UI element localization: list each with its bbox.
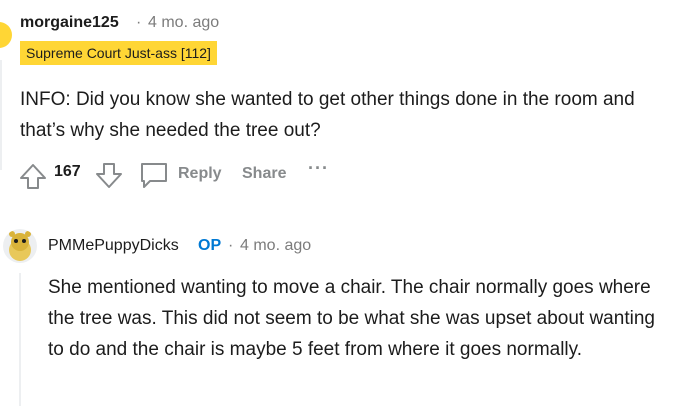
comment-timestamp[interactable]: 4 mo. ago <box>148 14 219 32</box>
upvote-arrow-icon[interactable] <box>18 161 48 191</box>
comment-username[interactable]: morgaine125 <box>20 14 119 32</box>
meta-separator: · <box>228 237 234 254</box>
comment-body: INFO: Did you know she wanted to get oth… <box>20 89 635 141</box>
meta-separator: · <box>136 14 142 31</box>
user-flair: Supreme Court Just-ass [112] <box>20 41 217 65</box>
vote-score: 167 <box>54 163 81 180</box>
reply-timestamp[interactable]: 4 mo. ago <box>240 237 311 255</box>
more-options-button[interactable]: ··· <box>308 158 329 179</box>
thread-line[interactable] <box>0 60 2 170</box>
reply-username[interactable]: PMMePuppyDicks <box>48 237 179 255</box>
reply-button[interactable]: Reply <box>178 165 222 183</box>
op-badge: OP <box>198 237 222 254</box>
avatar[interactable] <box>0 22 12 48</box>
downvote-arrow-icon[interactable] <box>94 161 124 191</box>
share-button[interactable]: Share <box>242 165 286 183</box>
snoo-avatar-icon[interactable] <box>3 229 37 263</box>
thread-line[interactable] <box>19 273 21 406</box>
speech-bubble-icon[interactable] <box>138 160 170 190</box>
reply-body: She mentioned wanting to move a chair. T… <box>48 277 655 360</box>
